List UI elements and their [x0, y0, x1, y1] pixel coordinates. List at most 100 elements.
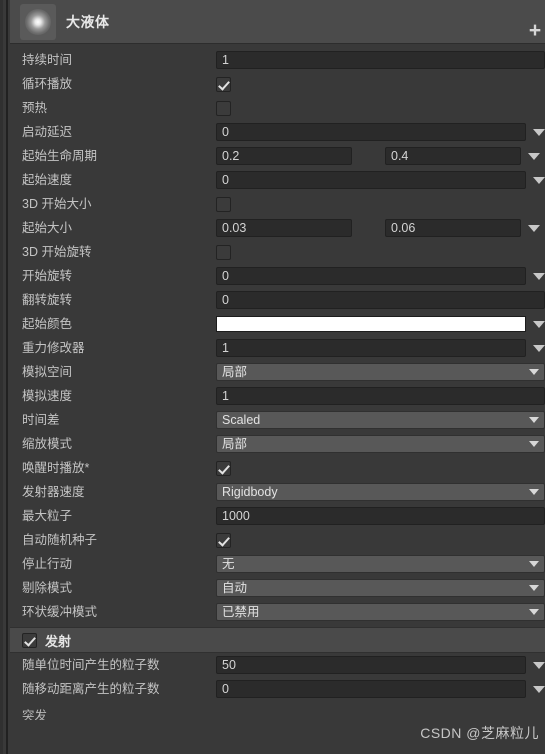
property-row: 唤醒时播放* [10, 456, 545, 480]
dropdown-时间差[interactable]: Scaled [216, 411, 545, 429]
checkbox-自动随机种子[interactable] [216, 532, 231, 548]
property-field: 0.03 0.06 [216, 216, 545, 240]
dropdown-value: 无 [222, 557, 235, 571]
gutter-divider [6, 0, 8, 754]
dropdown-caret-icon[interactable] [529, 585, 539, 591]
text-field-max-起始大小[interactable]: 0.06 [385, 219, 521, 237]
property-field: 0 [216, 120, 545, 144]
dropdown-value: 已禁用 [222, 605, 260, 619]
particle-glow-icon [25, 9, 51, 35]
property-field [216, 240, 545, 264]
dropdown-caret-icon[interactable] [533, 344, 545, 352]
property-field: 1 [216, 384, 545, 408]
property-row: 开始旋转 0 [10, 264, 545, 288]
checkbox-预热[interactable] [216, 100, 231, 116]
text-field-开始旋转[interactable]: 0 [216, 267, 526, 285]
property-row: 持续时间 1 [10, 48, 545, 72]
dropdown-value: Rigidbody [222, 485, 278, 499]
dropdown-caret-icon[interactable] [529, 417, 539, 423]
property-label: 开始旋转 [22, 269, 73, 283]
dropdown-caret-icon[interactable] [529, 489, 539, 495]
text-field-随移动距离产生的粒子数[interactable]: 0 [216, 680, 526, 698]
text-field-起始速度[interactable]: 0 [216, 171, 526, 189]
text-field-持续时间[interactable]: 1 [216, 51, 545, 69]
text-field-最大粒子[interactable]: 1000 [216, 507, 545, 525]
dropdown-caret-icon[interactable] [529, 441, 539, 447]
property-row: 起始生命周期 0.2 0.4 [10, 144, 545, 168]
property-field: 0.2 0.4 [216, 144, 545, 168]
dropdown-caret-icon[interactable] [533, 272, 545, 280]
text-field-启动延迟[interactable]: 0 [216, 123, 526, 141]
add-module-button[interactable]: + [526, 20, 544, 41]
property-label: 时间差 [22, 413, 60, 427]
property-field: 0 [216, 288, 545, 312]
property-field [216, 96, 545, 120]
panel-left-gutter [0, 0, 10, 754]
property-row: 剔除模式 自动 [10, 576, 545, 600]
dropdown-缩放模式[interactable]: 局部 [216, 435, 545, 453]
inspector-panel: 大液体 + 持续时间 1 循环播放 预热 启动延迟 0 起始生命周期 0.2 0.4 起始速度 0 3… [0, 0, 545, 754]
component-header[interactable]: 大液体 + [10, 0, 545, 44]
property-row: 预热 [10, 96, 545, 120]
property-row: 模拟空间 局部 [10, 360, 545, 384]
text-field-min-起始生命周期[interactable]: 0.2 [216, 147, 352, 165]
dropdown-caret-icon[interactable] [533, 128, 545, 136]
property-field: 1 [216, 48, 545, 72]
clipped-row-bursts[interactable]: 突发 [10, 701, 545, 720]
property-row: 随单位时间产生的粒子数 50 [10, 653, 545, 677]
checkbox-3D 开始大小[interactable] [216, 196, 231, 212]
dropdown-caret-icon[interactable] [529, 561, 539, 567]
dropdown-停止行动[interactable]: 无 [216, 555, 545, 573]
property-field: 已禁用 [216, 600, 545, 624]
property-row: 起始颜色 [10, 312, 545, 336]
property-label: 重力修改器 [22, 341, 85, 355]
dropdown-剔除模式[interactable]: 自动 [216, 579, 545, 597]
dropdown-caret-icon[interactable] [533, 685, 545, 693]
dropdown-value: 自动 [222, 581, 248, 595]
property-field: Rigidbody [216, 480, 545, 504]
property-row: 起始大小 0.03 0.06 [10, 216, 545, 240]
dropdown-value: 局部 [222, 437, 248, 451]
property-row: 随移动距离产生的粒子数 0 [10, 677, 545, 701]
dropdown-环状缓冲模式[interactable]: 已禁用 [216, 603, 545, 621]
dropdown-caret-icon[interactable] [528, 152, 540, 160]
text-field-翻转旋转[interactable]: 0 [216, 291, 545, 309]
dropdown-发射器速度[interactable]: Rigidbody [216, 483, 545, 501]
checkbox-唤醒时播放*[interactable] [216, 460, 231, 476]
property-label: 循环播放 [22, 77, 73, 91]
dropdown-caret-icon[interactable] [533, 661, 545, 669]
dropdown-caret-icon[interactable] [529, 369, 539, 375]
dropdown-value: 局部 [222, 365, 248, 379]
dropdown-caret-icon[interactable] [529, 609, 539, 615]
module-header-emission[interactable]: 发射 [10, 627, 545, 653]
property-label: 模拟速度 [22, 389, 73, 403]
text-field-模拟速度[interactable]: 1 [216, 387, 545, 405]
property-label: 发射器速度 [22, 485, 85, 499]
emission-property-list: 随单位时间产生的粒子数 50 随移动距离产生的粒子数 0 [10, 653, 545, 701]
checkbox-循环播放[interactable] [216, 76, 231, 92]
property-label: 起始速度 [22, 173, 73, 187]
dropdown-caret-icon[interactable] [533, 176, 545, 184]
emission-enable-checkbox[interactable] [22, 632, 37, 648]
text-field-min-起始大小[interactable]: 0.03 [216, 219, 352, 237]
dropdown-caret-icon[interactable] [533, 320, 545, 328]
checkbox-3D 开始旋转[interactable] [216, 244, 231, 260]
property-label: 起始大小 [22, 221, 73, 235]
particle-system-inspector: 大液体 + 持续时间 1 循环播放 预热 启动延迟 0 起始生命周期 0.2 0.4 起始速度 0 3… [10, 0, 545, 754]
property-row: 翻转旋转 0 [10, 288, 545, 312]
property-label: 模拟空间 [22, 365, 73, 379]
property-field: 50 [216, 653, 545, 677]
text-field-max-起始生命周期[interactable]: 0.4 [385, 147, 521, 165]
property-row: 自动随机种子 [10, 528, 545, 552]
property-label: 随移动距离产生的粒子数 [22, 682, 160, 696]
text-field-重力修改器[interactable]: 1 [216, 339, 526, 357]
color-swatch-起始颜色[interactable] [216, 316, 526, 332]
dropdown-模拟空间[interactable]: 局部 [216, 363, 545, 381]
property-row: 3D 开始旋转 [10, 240, 545, 264]
property-label: 起始生命周期 [22, 149, 98, 163]
text-field-随单位时间产生的粒子数[interactable]: 50 [216, 656, 526, 674]
dropdown-caret-icon[interactable] [528, 224, 540, 232]
property-field [216, 192, 545, 216]
property-row: 环状缓冲模式 已禁用 [10, 600, 545, 624]
property-label: 持续时间 [22, 53, 73, 67]
